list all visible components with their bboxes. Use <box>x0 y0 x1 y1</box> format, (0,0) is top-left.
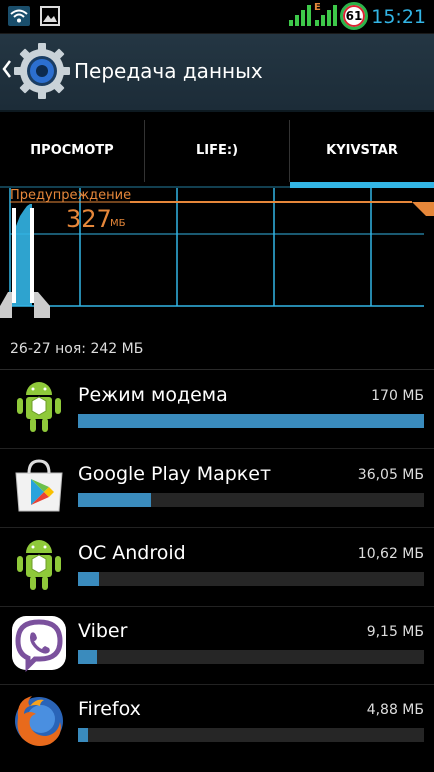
usage-bar <box>78 414 424 428</box>
app-row-firefox[interactable]: Firefox 4,88 МБ <box>0 684 434 762</box>
app-name: Viber <box>78 620 128 642</box>
signal-icon-secondary <box>315 5 337 26</box>
app-row-android-os[interactable]: ОС Android 10,62 МБ <box>0 528 434 607</box>
usage-bar-fill <box>78 650 97 664</box>
warning-label: Предупреждение <box>10 188 132 203</box>
range-start-handle <box>12 208 16 303</box>
android-icon <box>17 540 61 590</box>
app-name: Google Play Маркет <box>78 463 272 485</box>
app-name: Режим модема <box>78 384 228 406</box>
settings-gear-icon[interactable] <box>12 41 72 101</box>
app-row-google-play[interactable]: Google Play Маркет 36,05 МБ <box>0 449 434 528</box>
viber-icon <box>12 616 66 672</box>
app-data-size: 170 МБ <box>371 388 424 404</box>
usage-bar <box>78 572 424 586</box>
status-time: 15:21 <box>371 6 426 28</box>
battery-icon: 61 <box>340 2 368 30</box>
back-chevron-icon[interactable] <box>2 60 12 78</box>
usage-bar-fill <box>78 572 100 586</box>
warning-value: 327 <box>66 205 112 233</box>
app-data-size: 9,15 МБ <box>366 624 424 640</box>
usage-bar <box>78 728 424 742</box>
app-row-modem[interactable]: Режим модема 170 МБ <box>0 370 434 449</box>
app-data-size: 36,05 МБ <box>357 467 424 483</box>
page-title: Передача данных <box>74 59 263 83</box>
usage-bar-fill <box>78 493 151 507</box>
carrier-tabs: ПРОСМОТР LIFE:) KYIVSTAR <box>0 120 434 188</box>
app-data-size: 4,88 МБ <box>366 702 424 718</box>
action-bar: Передача данных <box>0 34 434 112</box>
image-notification-icon <box>40 6 60 26</box>
google-play-icon <box>15 459 63 512</box>
tab-life[interactable]: LIFE:) <box>145 120 289 182</box>
signal-icon <box>289 5 311 26</box>
tab-kyivstar[interactable]: KYIVSTAR <box>290 120 434 182</box>
firefox-icon <box>15 696 63 746</box>
range-end-handle <box>30 208 34 303</box>
app-name: Firefox <box>78 698 141 720</box>
usage-bar <box>78 493 424 507</box>
app-name: ОС Android <box>78 542 186 564</box>
usage-bar-fill <box>78 728 89 742</box>
status-bar: E 61 15:21 <box>0 0 434 34</box>
tab-overview[interactable]: ПРОСМОТР <box>0 120 144 182</box>
usage-bar-fill <box>78 414 424 428</box>
android-icon <box>17 382 61 432</box>
app-data-size: 10,62 МБ <box>357 546 424 562</box>
wifi-icon <box>8 6 30 26</box>
app-row-viber[interactable]: Viber 9,15 МБ <box>0 606 434 685</box>
usage-bar <box>78 650 424 664</box>
usage-range-summary: 26-27 ноя: 242 МБ <box>10 341 144 357</box>
usage-chart[interactable]: Предупреждение 327 МБ <box>0 188 434 326</box>
warning-unit: МБ <box>110 218 126 229</box>
warning-handle <box>412 202 434 216</box>
